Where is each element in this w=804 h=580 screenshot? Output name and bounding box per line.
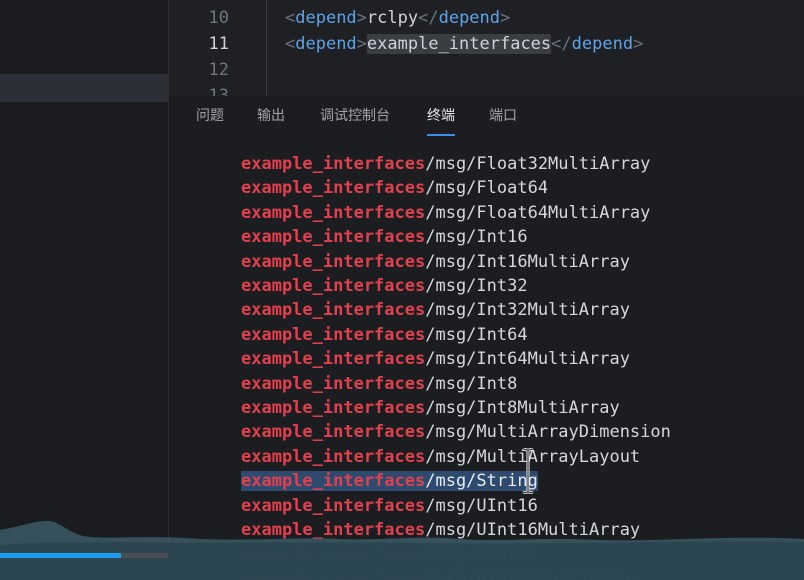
terminal-line[interactable]: example_interfaces/msg/Int64MultiArray [241,347,630,371]
tab-terminal[interactable]: 终端 [427,106,455,136]
audio-waveform [0,520,804,580]
terminal-line[interactable]: example_interfaces/msg/Int32 [241,274,528,298]
message-path: /msg/String [425,471,538,492]
code-line-13[interactable]: 13 [169,83,804,96]
code-line-10[interactable]: 10 <depend>rclpy</depend> [169,5,804,31]
message-path: /msg/Float64MultiArray [425,202,651,223]
terminal-line[interactable]: example_interfaces/msg/Int8MultiArray [241,396,620,420]
code-text: <depend>example_interfaces</depend> [285,34,644,54]
message-path: /msg/Int32MultiArray [425,300,630,321]
package-name: example_interfaces [241,178,426,199]
package-name: example_interfaces [241,398,426,418]
package-name: example_interfaces [241,154,426,174]
seek-progress-bar[interactable] [0,553,168,558]
package-name: example_interfaces [241,202,426,223]
message-path: /msg/Int32 [425,276,528,296]
terminal-line[interactable]: example_interfaces/msg/MultiArrayLayout [241,445,640,469]
message-path: /msg/Int16MultiArray [425,251,630,272]
message-path: /msg/Int8 [425,373,518,394]
panel-tabs: 问题 输出 调试控制台 终端 端口 [169,96,804,138]
package-name: example_interfaces [241,495,426,516]
explorer-selected-item[interactable] [0,74,168,102]
message-path: /msg/Float32MultiArray [425,154,651,174]
terminal-line[interactable]: example_interfaces/msg/Float64 [241,176,548,200]
code-line-12[interactable]: 12 [169,57,804,83]
package-name: example_interfaces [241,324,426,345]
line-number: 11 [208,34,229,54]
package-name: example_interfaces [241,446,426,467]
code-line-11[interactable]: 11 <depend>example_interfaces</depend> [169,31,804,57]
package-name: example_interfaces [241,276,426,296]
tab-output[interactable]: 输出 [257,106,285,134]
terminal-line[interactable]: example_interfaces/msg/Int8 [241,372,517,396]
package-name: example_interfaces [241,300,426,321]
terminal-line[interactable]: example_interfaces/msg/MultiArrayDimensi… [241,420,671,444]
message-path: /msg/Int16 [425,227,528,248]
terminal-line[interactable]: example_interfaces/msg/Int16MultiArray [241,250,630,274]
seek-progress-fill [0,553,121,558]
message-path: /msg/MultiArrayDimension [425,422,671,443]
message-path: /msg/Int8MultiArray [425,398,620,418]
message-path: /msg/Int64MultiArray [425,349,630,370]
tab-ports[interactable]: 端口 [489,106,517,134]
text-cursor-icon [522,448,534,494]
tab-debug-console[interactable]: 调试控制台 [320,106,390,134]
package-name: example_interfaces [241,251,426,272]
package-name: example_interfaces [241,227,426,248]
message-path: /msg/Float64 [425,178,549,199]
package-name: example_interfaces [241,373,426,394]
line-number: 13 [208,86,229,96]
message-path: /msg/Int64 [425,324,528,345]
terminal-line[interactable]: example_interfaces/msg/Int32MultiArray [241,298,630,322]
terminal-line[interactable]: example_interfaces/msg/Float64MultiArray [241,201,650,225]
terminal-line[interactable]: example_interfaces/msg/Float32MultiArray [241,152,650,176]
terminal-line-selected[interactable]: example_interfaces/msg/String [241,469,538,493]
terminal-line[interactable]: example_interfaces/msg/Int64 [241,323,528,347]
code-editor[interactable]: 10 <depend>rclpy</depend> 11 <depend>exa… [169,0,804,96]
package-name: example_interfaces [241,349,426,370]
message-path: /msg/UInt16 [425,495,538,516]
tab-problems[interactable]: 问题 [196,106,224,134]
line-number: 12 [208,60,229,80]
word-highlight: example_interfaces [366,34,552,54]
bottom-panel: 问题 输出 调试控制台 终端 端口 example_interfaces/msg… [169,96,804,580]
package-name: example_interfaces [241,422,426,443]
code-text: <depend>rclpy</depend> [285,8,511,28]
explorer-panel [0,0,168,580]
line-number: 10 [208,8,229,28]
package-name: example_interfaces [241,471,426,492]
terminal-line[interactable]: example_interfaces/msg/Int16 [241,225,528,249]
